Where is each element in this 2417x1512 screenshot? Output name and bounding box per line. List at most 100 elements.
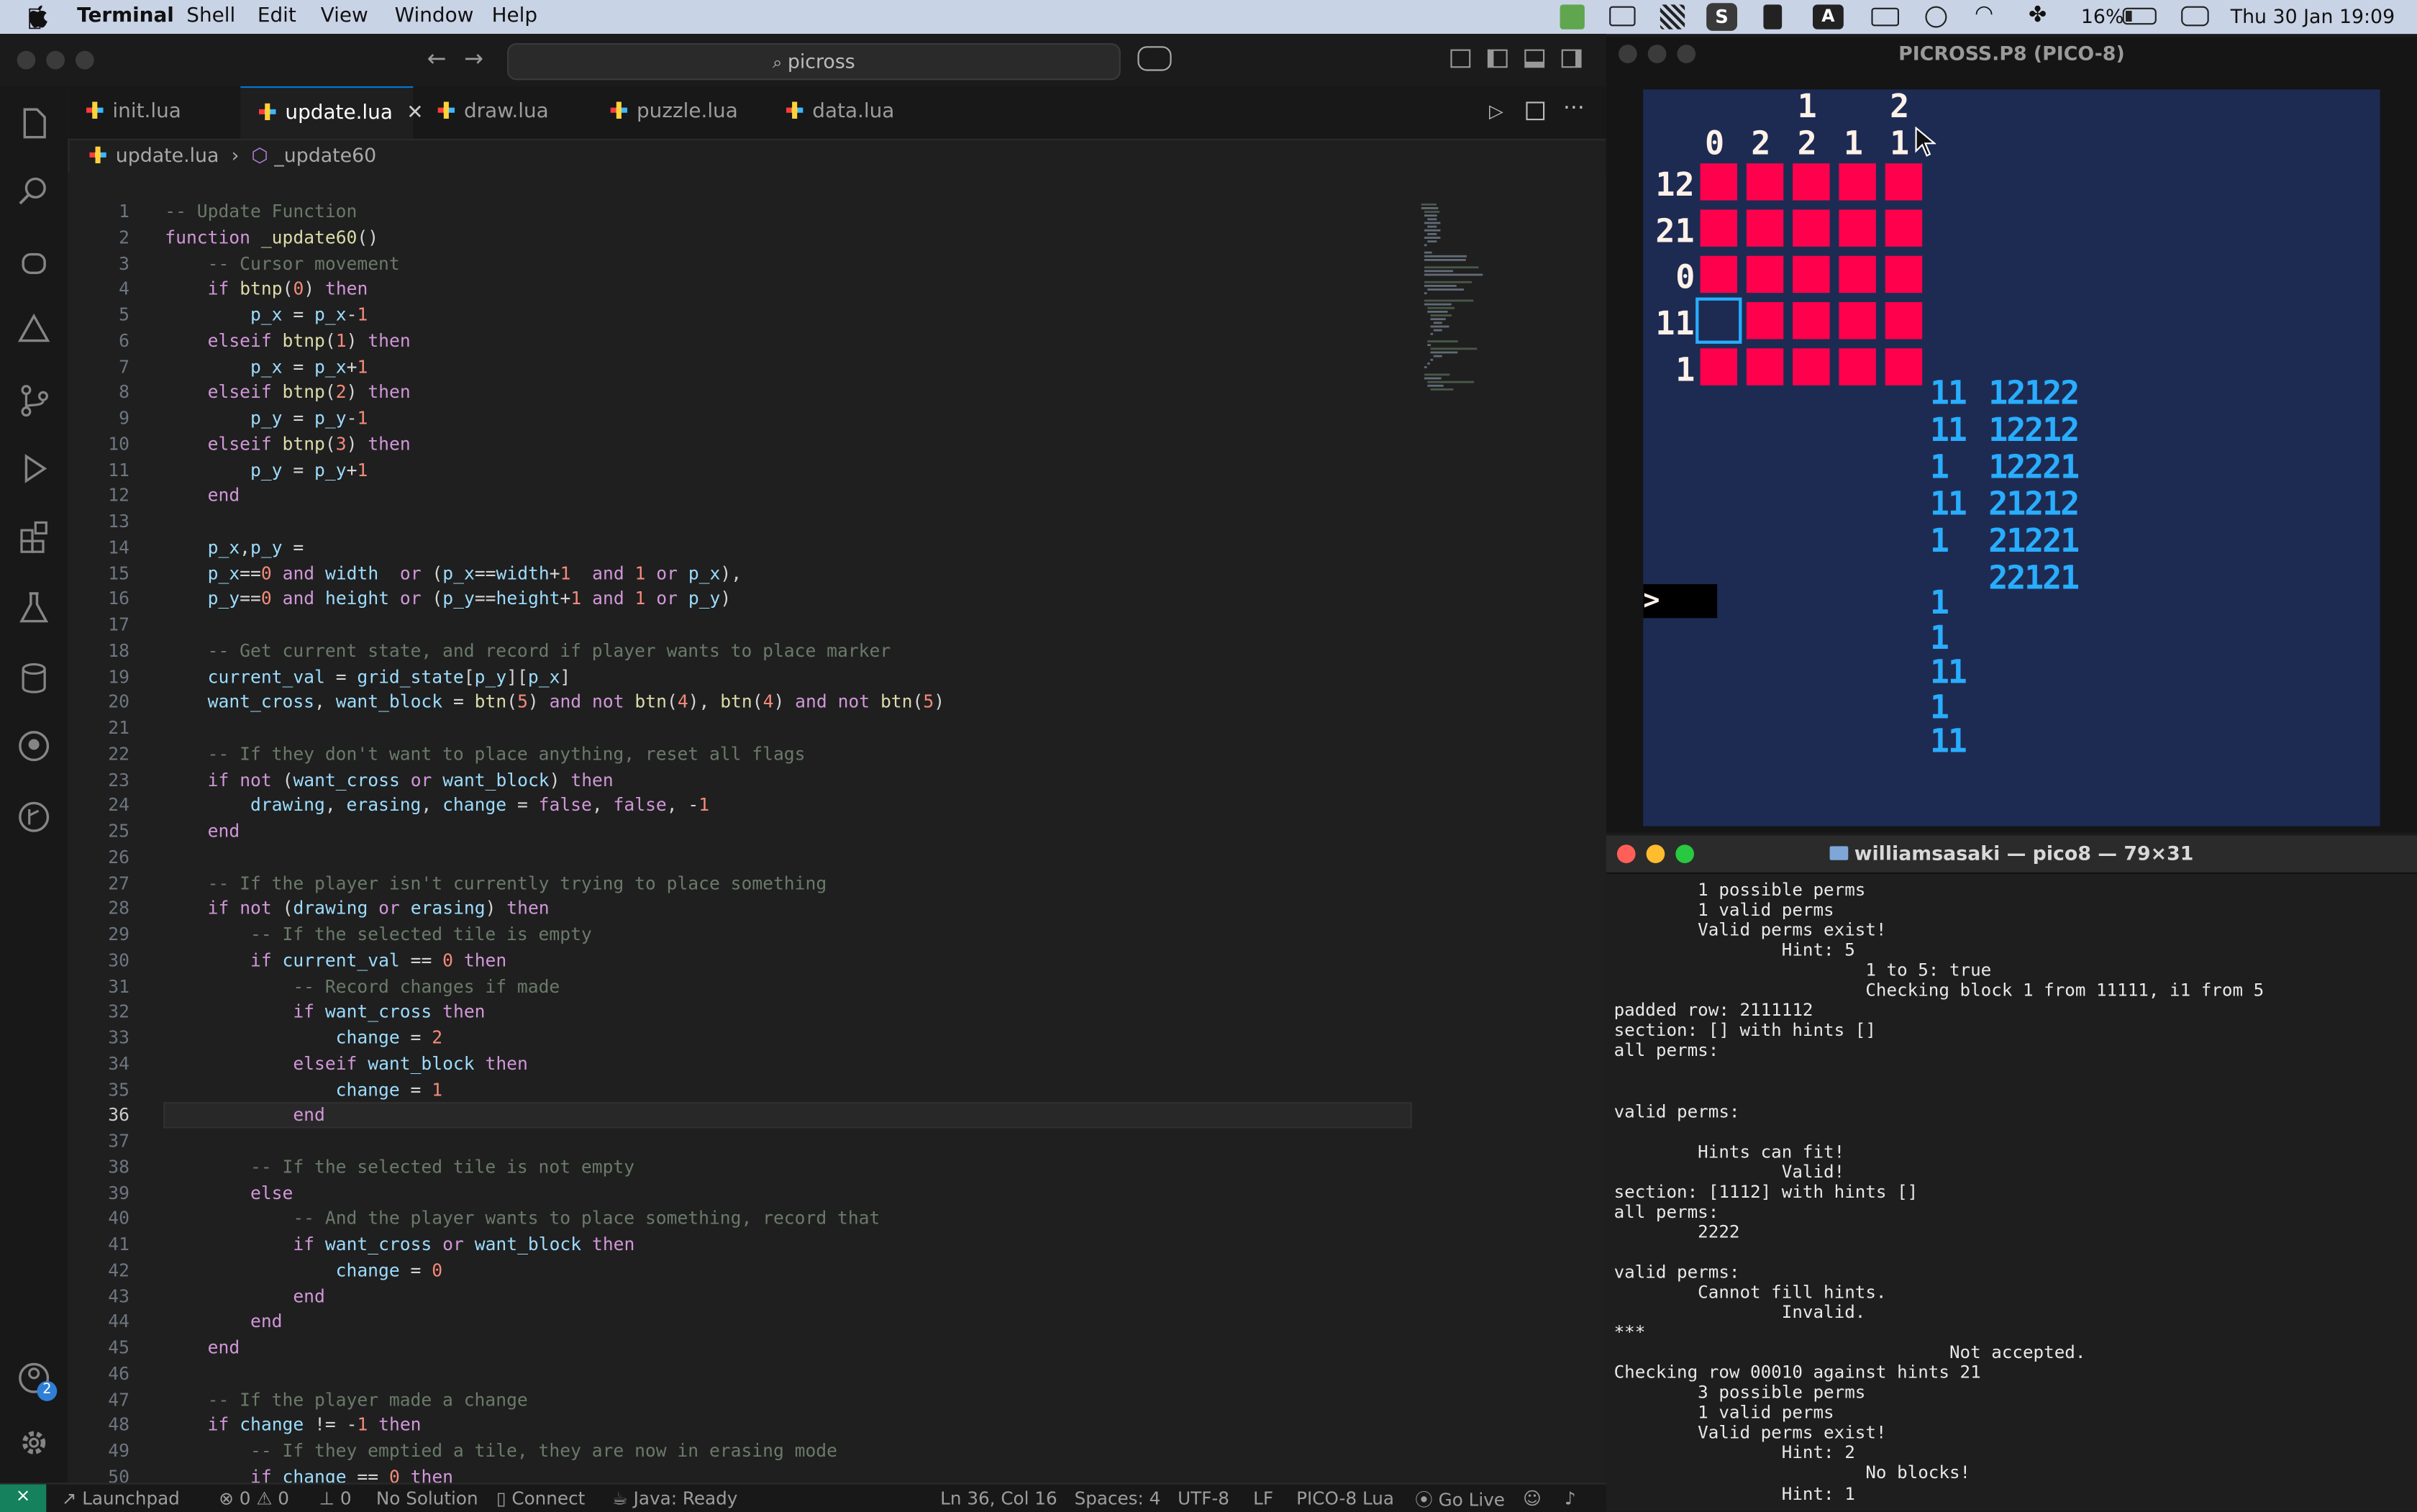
breadcrumb-symbol[interactable]: _update60 bbox=[274, 143, 376, 166]
code-line[interactable]: if btnp(0) then bbox=[165, 276, 368, 302]
source-control-icon[interactable] bbox=[12, 379, 55, 422]
toggle-panel-icon[interactable] bbox=[1524, 49, 1545, 68]
customize-layout-icon[interactable] bbox=[1450, 49, 1471, 68]
code-line[interactable]: if not (drawing or erasing) then bbox=[165, 896, 550, 922]
ports-status[interactable]: ⊥ 0 bbox=[319, 1488, 352, 1509]
git-graph-icon[interactable] bbox=[12, 796, 55, 839]
code-line[interactable]: -- Cursor movement bbox=[165, 250, 400, 276]
close-button[interactable] bbox=[17, 50, 36, 70]
indentation[interactable]: Spaces: 4 bbox=[1075, 1488, 1161, 1509]
code-line[interactable]: else bbox=[165, 1180, 293, 1206]
menu-window[interactable]: Window bbox=[395, 4, 474, 27]
run-icon[interactable] bbox=[12, 447, 55, 490]
grid-cell[interactable] bbox=[1885, 302, 1923, 340]
menu-shell[interactable]: Shell bbox=[186, 4, 235, 27]
tab-init[interactable]: init.lua bbox=[86, 86, 240, 139]
s-app-icon[interactable]: S bbox=[1706, 3, 1737, 31]
grid-cell[interactable] bbox=[1746, 348, 1784, 386]
minimize-button[interactable] bbox=[1647, 45, 1667, 63]
code-line[interactable]: want_cross, want_block = btn(5) and not … bbox=[165, 689, 945, 715]
code-line[interactable]: elseif want_block then bbox=[165, 1051, 528, 1077]
forward-arrow-icon[interactable]: → bbox=[464, 45, 483, 73]
copilot-icon[interactable] bbox=[1137, 46, 1172, 71]
code-line[interactable]: end bbox=[165, 1335, 240, 1361]
code-line[interactable]: p_x = p_x-1 bbox=[165, 302, 368, 328]
menu-view[interactable]: View bbox=[321, 4, 368, 27]
toggle-secondary-sidebar-icon[interactable] bbox=[1561, 49, 1582, 68]
grid-cell[interactable] bbox=[1700, 163, 1737, 201]
menu-edit[interactable]: Edit bbox=[258, 4, 296, 27]
search-icon[interactable] bbox=[12, 170, 55, 213]
code-line[interactable]: change = 1 bbox=[165, 1077, 442, 1103]
code-line[interactable]: -- Update Function bbox=[165, 199, 357, 224]
code-line[interactable]: end bbox=[165, 1103, 325, 1129]
zoom-button[interactable] bbox=[76, 50, 94, 70]
grid-cell[interactable] bbox=[1700, 348, 1737, 386]
notifications-bell-icon[interactable]: ♪ bbox=[1565, 1488, 1576, 1509]
grid-cell[interactable] bbox=[1793, 348, 1830, 386]
code-line[interactable]: drawing, erasing, change = false, false,… bbox=[165, 793, 709, 819]
wifi-icon[interactable]: ◠ bbox=[1975, 1, 1993, 26]
grid-cell[interactable] bbox=[1885, 163, 1923, 201]
tab-update[interactable]: update.lua ✕ bbox=[240, 86, 424, 139]
grid-cell[interactable] bbox=[1839, 163, 1876, 201]
grid-cell[interactable] bbox=[1885, 255, 1923, 293]
app-menu-terminal[interactable]: Terminal bbox=[77, 4, 174, 27]
close-tab-icon[interactable]: ✕ bbox=[406, 101, 423, 124]
java-status[interactable]: ☕ Java: Ready bbox=[612, 1488, 738, 1509]
extensions-icon[interactable] bbox=[12, 515, 55, 558]
zoom-button[interactable] bbox=[1677, 45, 1696, 63]
pico8-status-icon[interactable] bbox=[1560, 4, 1585, 29]
minimize-button[interactable] bbox=[1646, 844, 1665, 863]
grid-cell[interactable] bbox=[1793, 302, 1830, 340]
apple-logo-icon[interactable] bbox=[28, 4, 50, 29]
input-source-icon[interactable]: A bbox=[1813, 4, 1844, 29]
command-center-search[interactable]: ⌕ picross bbox=[507, 43, 1121, 81]
battery-icon[interactable] bbox=[2122, 7, 2157, 25]
grid-cell[interactable] bbox=[1746, 163, 1784, 201]
database-icon[interactable] bbox=[12, 657, 55, 700]
remote-indicator[interactable]: ⨯ bbox=[0, 1484, 47, 1512]
code-line[interactable]: p_x==0 and width or (p_x==width+1 and 1 … bbox=[165, 560, 742, 586]
copilot-status-icon[interactable]: ☺ bbox=[1523, 1488, 1542, 1509]
minimize-button[interactable] bbox=[46, 50, 65, 70]
tab-data[interactable]: data.lua bbox=[786, 86, 894, 139]
grid-cell[interactable] bbox=[1839, 255, 1876, 293]
go-live[interactable]: ⦿ Go Live bbox=[1415, 1488, 1505, 1512]
terminal-output[interactable]: 1 possible perms 1 valid perms Valid per… bbox=[1606, 875, 2417, 1511]
code-editor[interactable]: 1 2 3 4 5 6 7 8 9 10 11 12 13 14 15 16 17 18 19 20 21 22 23 24 2… bbox=[68, 173, 1606, 1483]
cursor-position[interactable]: Ln 36, Col 16 bbox=[940, 1488, 1057, 1509]
close-button[interactable] bbox=[1619, 45, 1637, 63]
grid-cell[interactable] bbox=[1746, 209, 1784, 247]
code-line[interactable]: -- Record changes if made bbox=[165, 973, 560, 999]
close-button[interactable] bbox=[1616, 844, 1636, 863]
code-line[interactable]: -- If they don't want to place anything,… bbox=[165, 741, 806, 767]
grid-cell[interactable] bbox=[1885, 209, 1923, 247]
code-line[interactable]: -- If the selected tile is empty bbox=[165, 921, 592, 947]
run-debug-icon[interactable] bbox=[12, 240, 55, 283]
solution-status[interactable]: No Solution bbox=[376, 1488, 478, 1509]
code-line[interactable]: change = 0 bbox=[165, 1257, 442, 1283]
grid-cell[interactable] bbox=[1793, 255, 1830, 293]
code-line[interactable]: if change != -1 then bbox=[165, 1412, 422, 1438]
control-center-icon[interactable] bbox=[2181, 6, 2209, 27]
code-line[interactable]: elseif btnp(2) then bbox=[165, 380, 411, 406]
zoom-button[interactable] bbox=[1675, 844, 1694, 863]
code-line[interactable]: function _update60() bbox=[165, 224, 378, 250]
code-line[interactable]: -- If the player isn't currently trying … bbox=[165, 870, 827, 896]
problems-icon[interactable] bbox=[12, 309, 55, 352]
github-icon[interactable] bbox=[12, 724, 55, 768]
menubar-clock[interactable]: Thu 30 Jan 19:09 bbox=[2231, 4, 2395, 27]
connect-status[interactable]: ▯ Connect bbox=[496, 1488, 585, 1509]
code-line[interactable]: end bbox=[165, 483, 240, 509]
back-arrow-icon[interactable]: ← bbox=[427, 45, 447, 73]
code-line[interactable]: if not (want_cross or want_block) then bbox=[165, 767, 614, 793]
display-icon[interactable] bbox=[1871, 7, 1899, 27]
split-editor-icon[interactable] bbox=[1526, 101, 1545, 121]
grid-cell[interactable] bbox=[1885, 348, 1923, 386]
launchpad-item[interactable]: ↗ Launchpad bbox=[62, 1488, 180, 1509]
pico8-game-screen[interactable]: 1202211 12 21 0 11 1 11 11 1 11 1 12122 12212 12221… bbox=[1643, 89, 2380, 826]
code-line[interactable]: -- If the player made a change bbox=[165, 1386, 528, 1412]
menu-help[interactable]: Help bbox=[492, 4, 538, 27]
code-line[interactable]: -- If they emptied a tile, they are now … bbox=[165, 1438, 837, 1464]
